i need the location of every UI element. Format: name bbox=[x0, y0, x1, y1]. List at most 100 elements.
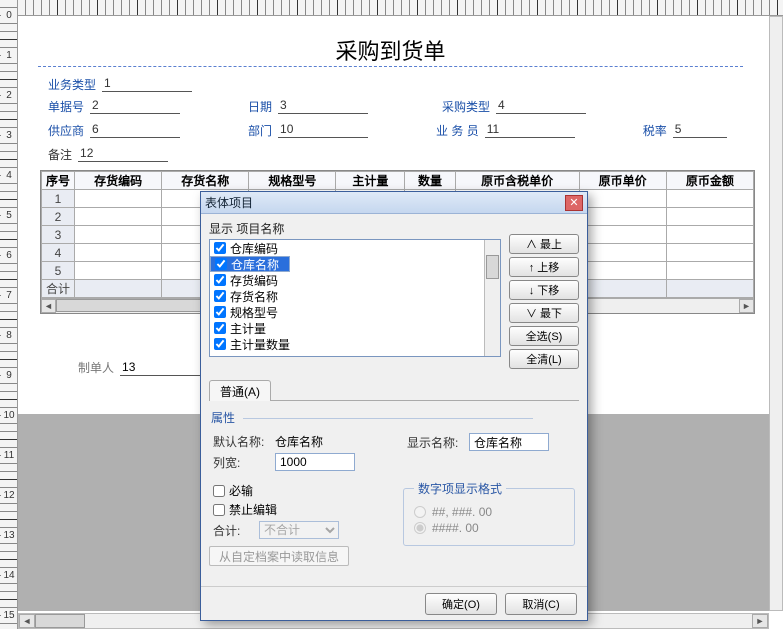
scroll-thumb[interactable] bbox=[486, 255, 499, 279]
row-number: 5 bbox=[42, 262, 75, 280]
item-label: 存货名称 bbox=[230, 288, 278, 305]
field-clerk[interactable]: 业 务 员 11 bbox=[436, 120, 575, 140]
cell[interactable] bbox=[75, 226, 162, 244]
visibility-checkbox[interactable] bbox=[214, 242, 226, 254]
colwidth-input[interactable] bbox=[275, 453, 355, 471]
scroll-thumb[interactable] bbox=[35, 614, 85, 628]
move-bottom-button[interactable]: ∨ 最下 bbox=[509, 303, 579, 323]
move-top-button[interactable]: ∧ 最上 bbox=[509, 234, 579, 254]
ruler-vertical: 0123456789101112131415 bbox=[0, 0, 18, 629]
cell[interactable] bbox=[579, 208, 666, 226]
select-all-button[interactable]: 全选(S) bbox=[509, 326, 579, 346]
row-number: 4 bbox=[42, 244, 75, 262]
visibility-checkbox[interactable] bbox=[214, 290, 226, 302]
field-supplier[interactable]: 供应商 6 bbox=[48, 120, 180, 140]
cell[interactable] bbox=[666, 208, 753, 226]
clear-all-button[interactable]: 全清(L) bbox=[509, 349, 579, 369]
label: 部门 bbox=[248, 122, 272, 139]
format-option-1[interactable]: ##, ###. 00 bbox=[414, 505, 564, 519]
scroll-right-icon[interactable]: ► bbox=[752, 614, 768, 628]
label: 采购类型 bbox=[442, 98, 490, 115]
cell[interactable] bbox=[75, 262, 162, 280]
field-maker[interactable]: 制单人 13 bbox=[78, 359, 210, 376]
cell[interactable] bbox=[666, 226, 753, 244]
required-checkbox[interactable]: 必输 bbox=[213, 482, 385, 499]
column-header[interactable]: 主计量 bbox=[336, 172, 405, 190]
total-label: 合计 bbox=[42, 280, 75, 298]
section-properties: 属性 bbox=[211, 409, 579, 426]
cell[interactable] bbox=[579, 244, 666, 262]
label: 显示名称: bbox=[407, 434, 463, 451]
move-down-button[interactable]: ↓ 下移 bbox=[509, 280, 579, 300]
display-name-input[interactable] bbox=[469, 433, 549, 451]
column-header[interactable]: 序号 bbox=[42, 172, 75, 190]
list-item[interactable]: 仓库编码 bbox=[210, 240, 484, 256]
scroll-left-icon[interactable]: ◄ bbox=[41, 299, 56, 313]
canvas-vscrollbar[interactable] bbox=[769, 16, 783, 611]
scroll-left-icon[interactable]: ◄ bbox=[19, 614, 35, 628]
cell[interactable] bbox=[75, 208, 162, 226]
visibility-checkbox[interactable] bbox=[215, 258, 227, 270]
list-item[interactable]: 主计量数量 bbox=[210, 336, 484, 352]
label: 供应商 bbox=[48, 122, 84, 139]
row-number: 3 bbox=[42, 226, 75, 244]
cell[interactable] bbox=[666, 244, 753, 262]
cell bbox=[666, 280, 753, 298]
field-dept[interactable]: 部门 10 bbox=[248, 120, 368, 140]
visibility-checkbox[interactable] bbox=[214, 306, 226, 318]
field-doc-no[interactable]: 单据号 2 bbox=[48, 96, 180, 116]
column-header[interactable]: 原币单价 bbox=[579, 172, 666, 190]
visibility-checkbox[interactable] bbox=[214, 274, 226, 286]
list-item[interactable]: 存货编码 bbox=[210, 272, 484, 288]
scroll-right-icon[interactable]: ► bbox=[739, 299, 754, 313]
cell[interactable] bbox=[666, 190, 753, 208]
value: 13 bbox=[120, 360, 210, 376]
label: 税率 bbox=[643, 122, 667, 139]
cell[interactable] bbox=[579, 262, 666, 280]
visibility-checkbox[interactable] bbox=[214, 322, 226, 334]
field-tax[interactable]: 税率 5 bbox=[643, 120, 727, 140]
item-label: 存货编码 bbox=[230, 272, 278, 289]
dialog-titlebar[interactable]: 表体项目 ✕ bbox=[201, 192, 587, 214]
list-item[interactable]: 规格型号 bbox=[210, 304, 484, 320]
total-select: 不合计 bbox=[259, 521, 339, 539]
value: 10 bbox=[278, 122, 368, 138]
field-purch-type[interactable]: 采购类型 4 bbox=[442, 96, 586, 116]
cancel-button[interactable]: 取消(C) bbox=[505, 593, 577, 615]
cell[interactable] bbox=[75, 190, 162, 208]
list-item[interactable]: 仓库名称 bbox=[210, 256, 290, 272]
list-item[interactable]: 主计量 bbox=[210, 320, 484, 336]
visibility-checkbox[interactable] bbox=[214, 338, 226, 350]
default-name-value: 仓库名称 bbox=[275, 433, 323, 450]
label: 制单人 bbox=[78, 359, 114, 376]
cell[interactable] bbox=[579, 226, 666, 244]
column-header[interactable]: 原币金额 bbox=[666, 172, 753, 190]
tab-general[interactable]: 普通(A) bbox=[209, 380, 271, 401]
value: 3 bbox=[278, 98, 368, 114]
column-header[interactable]: 规格型号 bbox=[249, 172, 336, 190]
format-option-2[interactable]: ####. 00 bbox=[414, 521, 564, 535]
move-up-button[interactable]: ↑ 上移 bbox=[509, 257, 579, 277]
column-settings-dialog: 表体项目 ✕ 显示 项目名称 仓库编码仓库名称存货编码存货名称规格型号主计量主计… bbox=[200, 191, 588, 621]
listbox-vscrollbar[interactable] bbox=[484, 240, 500, 356]
cell[interactable] bbox=[666, 262, 753, 280]
column-header[interactable]: 数量 bbox=[405, 172, 455, 190]
label: 必输 bbox=[229, 482, 253, 499]
field-date[interactable]: 日期 3 bbox=[248, 96, 368, 116]
cell[interactable] bbox=[579, 190, 666, 208]
cell[interactable] bbox=[75, 244, 162, 262]
columns-listbox[interactable]: 仓库编码仓库名称存货编码存货名称规格型号主计量主计量数量 bbox=[209, 239, 501, 357]
ok-button[interactable]: 确定(O) bbox=[425, 593, 497, 615]
close-icon[interactable]: ✕ bbox=[565, 195, 583, 211]
list-item[interactable]: 存货名称 bbox=[210, 288, 484, 304]
readonly-checkbox[interactable]: 禁止编辑 bbox=[213, 501, 385, 518]
field-remark[interactable]: 备注 12 bbox=[48, 144, 168, 164]
cell bbox=[579, 280, 666, 298]
column-header[interactable]: 存货编码 bbox=[75, 172, 162, 190]
field-biz-type[interactable]: 业务类型 1 bbox=[48, 74, 192, 94]
label: 默认名称: bbox=[213, 433, 269, 450]
column-header[interactable]: 存货名称 bbox=[162, 172, 249, 190]
label: 合计: bbox=[213, 522, 253, 539]
label: ####. 00 bbox=[432, 521, 479, 535]
column-header[interactable]: 原币含税单价 bbox=[455, 172, 579, 190]
